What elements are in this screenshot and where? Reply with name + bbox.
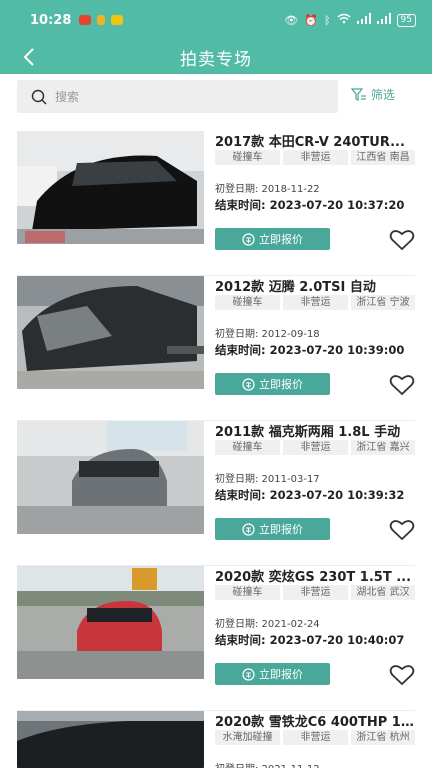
favorite-heart-icon[interactable] xyxy=(389,373,415,397)
listing-tags: 碰撞车 非营运 江西省 南昌 xyxy=(215,150,415,165)
bid-icon xyxy=(242,232,255,246)
listing-title: 2012款 迈腾 2.0TSI 自动 xyxy=(215,280,376,295)
search-icon xyxy=(31,89,47,105)
listing-title: 2020款 雪铁龙C6 400THP 1... xyxy=(215,715,415,730)
status-bar: 10:28 👁 ⏰ ᛒ 95 xyxy=(0,0,432,40)
car-photo xyxy=(17,276,204,389)
damage-tag: 碰撞车 xyxy=(215,150,280,165)
listing-title: 2011款 福克斯两厢 1.8L 手动 xyxy=(215,425,401,440)
bid-button[interactable]: 立即报价 xyxy=(215,228,330,250)
favorite-heart-icon[interactable] xyxy=(389,228,415,252)
notification-icon xyxy=(97,15,106,25)
location-tag: 浙江省 杭州 xyxy=(351,730,415,745)
bid-label: 立即报价 xyxy=(259,523,303,536)
app-header: 10:28 👁 ⏰ ᛒ 95 拍卖专场 xyxy=(0,0,432,74)
usage-tag: 非营运 xyxy=(283,440,348,455)
bid-button[interactable]: 立即报价 xyxy=(215,663,330,685)
location-tag: 江西省 南昌 xyxy=(351,150,415,165)
car-photo xyxy=(17,421,204,534)
registration-date: 初登日期: 2011-03-17 xyxy=(215,474,320,485)
car-photo xyxy=(17,566,204,679)
usage-tag: 非营运 xyxy=(283,730,348,745)
end-time: 结束时间: 2023-07-20 10:37:20 xyxy=(215,198,405,212)
bid-label: 立即报价 xyxy=(259,378,303,391)
filter-icon xyxy=(351,87,366,101)
usage-tag: 非营运 xyxy=(283,295,348,310)
search-box[interactable] xyxy=(17,80,338,113)
end-time: 结束时间: 2023-07-20 10:39:00 xyxy=(215,343,405,357)
bid-icon xyxy=(242,377,255,391)
back-button[interactable] xyxy=(14,42,44,72)
listing-title: 2017款 本田CR-V 240TUR... xyxy=(215,135,405,150)
listing-card[interactable]: 2020款 雪铁龙C6 400THP 1... 水淹加碰撞 非营运 浙江省 杭州… xyxy=(0,711,432,768)
notification-icon xyxy=(111,15,124,25)
bluetooth-icon: ᛒ xyxy=(323,13,331,27)
bid-icon xyxy=(242,522,255,536)
listing-card[interactable]: 2020款 奕炫GS 230T 1.5T ... 碰撞车 非营运 湖北省 武汉 … xyxy=(0,566,432,711)
car-photo xyxy=(17,711,204,768)
favorite-heart-icon[interactable] xyxy=(389,663,415,687)
battery-icon: 95 xyxy=(396,13,416,27)
nav-bar: 拍卖专场 xyxy=(0,40,432,74)
listing-tags: 碰撞车 非营运 湖北省 武汉 xyxy=(215,585,415,600)
registration-date: 初登日期: 2021-02-24 xyxy=(215,619,320,630)
bid-label: 立即报价 xyxy=(259,668,303,681)
status-time: 10:28 xyxy=(30,12,72,28)
listing-card[interactable]: 2017款 本田CR-V 240TUR... 碰撞车 非营运 江西省 南昌 初登… xyxy=(0,131,432,276)
car-photo xyxy=(17,131,204,244)
wifi-icon xyxy=(337,13,351,27)
location-tag: 浙江省 嘉兴 xyxy=(351,440,415,455)
end-time: 结束时间: 2023-07-20 10:39:32 xyxy=(215,488,405,502)
location-tag: 湖北省 武汉 xyxy=(351,585,415,600)
bid-label: 立即报价 xyxy=(259,233,303,246)
signal-icon xyxy=(376,13,391,27)
search-row: 筛选 xyxy=(0,80,432,114)
damage-tag: 碰撞车 xyxy=(215,295,280,310)
usage-tag: 非营运 xyxy=(283,150,348,165)
filter-label: 筛选 xyxy=(371,88,396,102)
damage-tag: 碰撞车 xyxy=(215,440,280,455)
listing-card[interactable]: 2012款 迈腾 2.0TSI 自动 碰撞车 非营运 浙江省 宁波 初登日期: … xyxy=(0,276,432,421)
listing-tags: 水淹加碰撞 非营运 浙江省 杭州 xyxy=(215,730,415,745)
search-input[interactable] xyxy=(55,89,295,104)
filter-button[interactable]: 筛选 xyxy=(351,86,395,103)
listing-title: 2020款 奕炫GS 230T 1.5T ... xyxy=(215,570,412,585)
listing-tags: 碰撞车 非营运 浙江省 宁波 xyxy=(215,295,415,310)
end-time: 结束时间: 2023-07-20 10:40:07 xyxy=(215,633,405,647)
eye-icon: 👁 xyxy=(284,13,299,27)
bid-button[interactable]: 立即报价 xyxy=(215,518,330,540)
favorite-heart-icon[interactable] xyxy=(389,518,415,542)
status-icons: 👁 ⏰ ᛒ 95 xyxy=(284,13,416,27)
bid-button[interactable]: 立即报价 xyxy=(215,373,330,395)
registration-date: 初登日期: 2018-11-22 xyxy=(215,184,320,195)
page-title: 拍卖专场 xyxy=(180,49,252,70)
listing-card[interactable]: 2011款 福克斯两厢 1.8L 手动 碰撞车 非营运 浙江省 嘉兴 初登日期:… xyxy=(0,421,432,566)
notification-icon xyxy=(79,15,92,25)
bid-icon xyxy=(242,667,255,681)
registration-date: 初登日期: 2012-09-18 xyxy=(215,329,320,340)
chevron-left-icon xyxy=(23,48,34,66)
usage-tag: 非营运 xyxy=(283,585,348,600)
listing-tags: 碰撞车 非营运 浙江省 嘉兴 xyxy=(215,440,415,455)
damage-tag: 碰撞车 xyxy=(215,585,280,600)
signal-icon xyxy=(356,13,371,27)
alarm-icon: ⏰ xyxy=(304,13,318,27)
location-tag: 浙江省 宁波 xyxy=(351,295,415,310)
damage-tag: 水淹加碰撞 xyxy=(215,730,280,745)
registration-date: 初登日期: 2021-11-12 xyxy=(215,760,320,768)
